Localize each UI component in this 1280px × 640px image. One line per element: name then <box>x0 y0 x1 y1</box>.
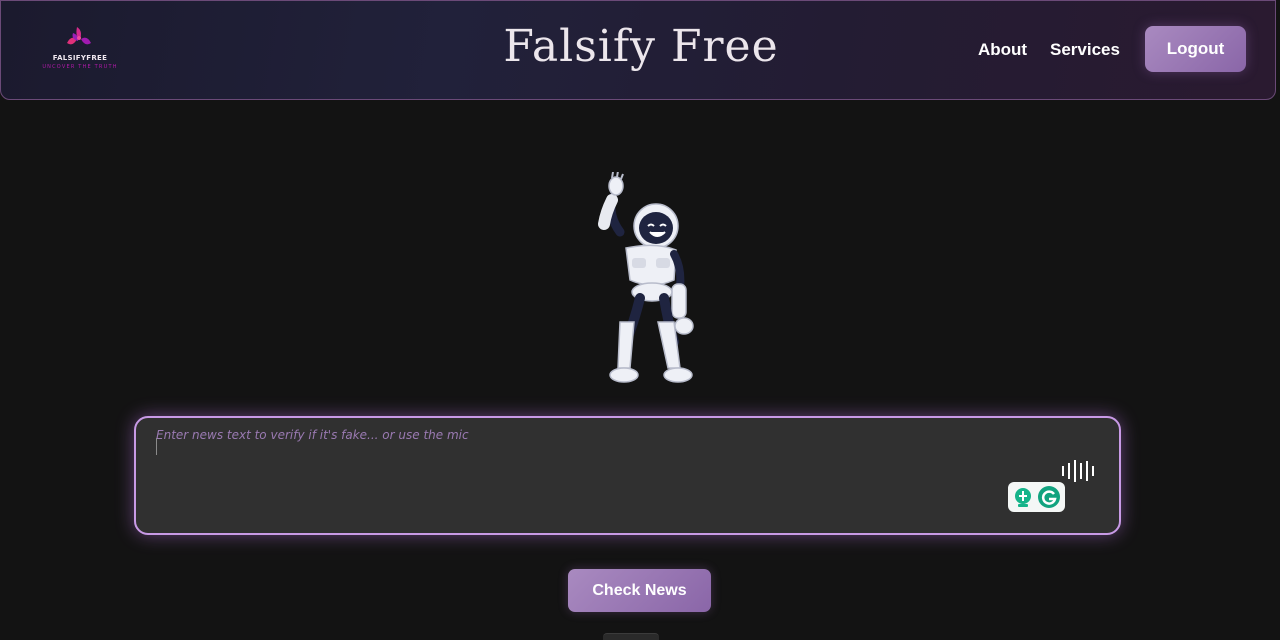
hero-robot-image <box>590 170 710 384</box>
check-news-button[interactable]: Check News <box>568 569 711 612</box>
nav-about-link[interactable]: About <box>978 40 1027 60</box>
grammarly-icon <box>1015 486 1060 508</box>
grammarly-widget[interactable] <box>1008 482 1065 512</box>
site-header: FALSIFYFREE UNCOVER THE TRUTH Falsify Fr… <box>0 0 1276 100</box>
logout-button[interactable]: Logout <box>1145 26 1246 72</box>
site-title: Falsify Free <box>503 21 779 72</box>
mic-button[interactable] <box>1060 460 1096 482</box>
news-text-input[interactable] <box>154 426 1038 520</box>
news-input-container <box>134 416 1121 535</box>
logo-wordmark: FALSIFYFREE <box>52 54 108 62</box>
logo-tagline: UNCOVER THE TRUTH <box>42 64 118 70</box>
logo-mark-icon <box>67 27 91 45</box>
site-logo[interactable]: FALSIFYFREE UNCOVER THE TRUTH <box>41 23 121 73</box>
robot-illustration-icon <box>598 170 694 383</box>
text-caret <box>156 438 157 455</box>
mic-waveform-icon <box>1062 460 1094 482</box>
nav-services-link[interactable]: Services <box>1050 40 1120 60</box>
